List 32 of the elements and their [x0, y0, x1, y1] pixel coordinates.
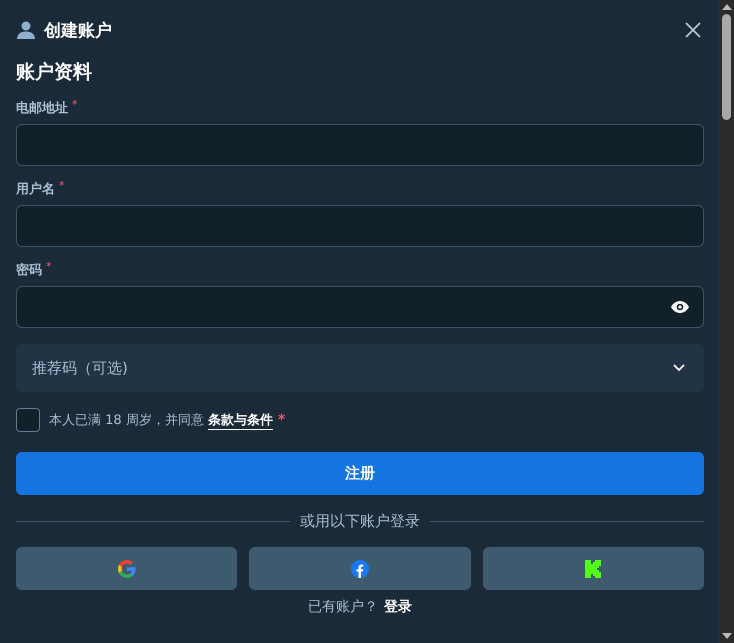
required-mark: * [59, 180, 64, 191]
scrollbar-thumb[interactable] [722, 14, 731, 120]
required-mark: * [46, 261, 52, 272]
user-icon [16, 20, 36, 40]
divider-text: 或用以下账户登录 [300, 512, 420, 531]
k-logo-icon [584, 560, 602, 578]
field-label: 电邮地址 [16, 100, 68, 117]
referral-dropdown[interactable]: 推荐码（可选) [16, 344, 704, 392]
scrollbar[interactable] [719, 0, 734, 643]
scroll-up-icon[interactable] [722, 4, 732, 10]
section-title: 账户资料 [16, 60, 93, 85]
social-login-button[interactable] [482, 547, 704, 590]
chevron-icon [673, 364, 685, 372]
scroll-down-icon[interactable] [722, 633, 732, 639]
close-button[interactable] [684, 21, 702, 39]
agreement-checkbox[interactable] [16, 408, 40, 432]
google-g-icon [116, 558, 137, 578]
login-link[interactable]: 登录 [384, 598, 412, 616]
required-mark: * [72, 99, 78, 110]
agreement-text: 本人已满 18 周岁，并同意 [49, 412, 204, 429]
field-label: 用户名 [16, 180, 55, 198]
field-label: 密码 [16, 262, 42, 279]
facebook-f-icon [350, 560, 369, 578]
input-field[interactable] [16, 286, 704, 328]
dialog-title: 创建账户 [44, 20, 112, 42]
input-field[interactable] [16, 205, 704, 247]
register-button[interactable]: 注册 [16, 452, 704, 495]
input-field[interactable] [16, 124, 704, 166]
terms-link[interactable]: 条款与条件 [208, 410, 273, 430]
footer-text: 已有账户？ [308, 598, 378, 616]
required-mark: * [278, 413, 286, 427]
eye-icon[interactable] [671, 301, 689, 313]
